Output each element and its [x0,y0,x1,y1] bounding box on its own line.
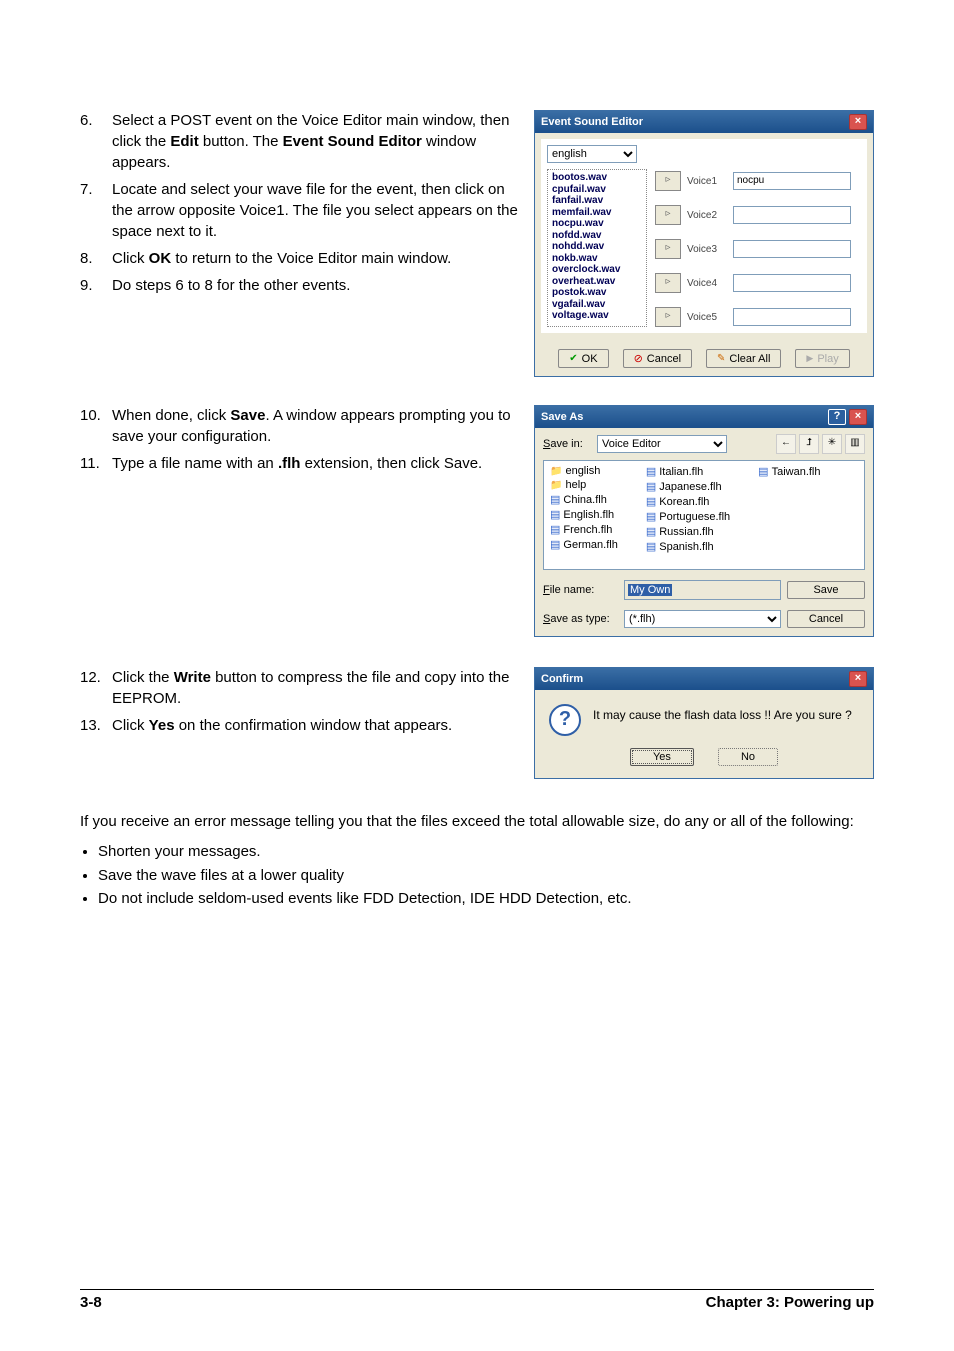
list-item[interactable]: help [550,479,618,491]
confirm-dialog: Confirm × ? It may cause the flash data … [534,667,874,779]
event-sound-editor-window: Event Sound Editor × english bootos.wav … [534,110,874,377]
steps-list-a: 6.Select a POST event on the Voice Edito… [80,110,518,296]
steps-list-b: 10.When done, click Save. A window appea… [80,405,518,474]
list-item: Do not include seldom-used events like F… [98,888,874,910]
wav-file-list[interactable]: bootos.wav cpufail.wav fanfail.wav memfa… [547,169,647,327]
play-button[interactable]: Play [795,349,849,368]
close-icon[interactable]: × [849,114,867,130]
clear-all-button[interactable]: Clear All [706,349,781,368]
page-footer: 3-8 Chapter 3: Powering up [80,1289,874,1311]
confirm-message: It may cause the flash data loss !! Are … [593,704,852,736]
steps-list-c: 12.Click the Write button to compress th… [80,667,518,736]
file-list-area[interactable]: english help China.flh English.flh Frenc… [543,460,865,570]
list-item[interactable]: Portuguese.flh [646,510,730,523]
question-icon: ? [549,704,581,736]
list-item[interactable]: english [550,465,618,477]
chapter-title: Chapter 3: Powering up [706,1294,874,1311]
voice5-label: Voice5 [687,312,727,323]
cancel-button[interactable]: Cancel [787,610,865,628]
voice4-value [733,274,851,292]
list-item[interactable]: Taiwan.flh [758,465,820,478]
list-item[interactable]: Italian.flh [646,465,730,478]
voice4-label: Voice4 [687,278,727,289]
language-select[interactable]: english [547,145,637,163]
new-folder-icon[interactable]: ✳ [822,434,842,454]
saveas-titlebar: Save As ? × [535,406,873,428]
ese-title: Event Sound Editor [541,116,643,128]
list-item[interactable]: German.flh [550,538,618,551]
voice2-value [733,206,851,224]
up-icon[interactable]: ⮥ [799,434,819,454]
list-item[interactable]: English.flh [550,508,618,521]
assign-voice4-button[interactable]: ▹ [655,273,681,293]
saveas-title: Save As [541,411,583,423]
error-paragraph: If you receive an error message telling … [80,811,874,833]
list-item[interactable]: China.flh [550,493,618,506]
save-in-label: Save in: [543,438,593,450]
voice1-label: Voice1 [687,176,727,187]
filename-input[interactable]: My Own [624,580,781,600]
list-item: Save the wave files at a lower quality [98,865,874,887]
ese-titlebar: Event Sound Editor × [535,111,873,133]
save-in-select[interactable]: Voice Editor [597,435,727,453]
list-item[interactable]: French.flh [550,523,618,536]
yes-button[interactable]: Yes [630,748,694,766]
list-item: Shorten your messages. [98,841,874,863]
ok-button[interactable]: OK [558,349,608,368]
confirm-title: Confirm [541,673,583,685]
assign-voice3-button[interactable]: ▹ [655,239,681,259]
assign-voice2-button[interactable]: ▹ [655,205,681,225]
list-item[interactable]: Japanese.flh [646,480,730,493]
no-button[interactable]: No [718,748,778,766]
help-icon[interactable]: ? [828,409,846,425]
saveastype-select[interactable]: (*.flh) [624,610,781,628]
cancel-button[interactable]: Cancel [623,349,692,368]
error-bullets: Shorten your messages. Save the wave fil… [98,841,874,910]
list-item[interactable]: Russian.flh [646,525,730,538]
filename-label: File name: [543,584,618,596]
saveastype-label: Save as type: [543,613,618,625]
voice3-label: Voice3 [687,244,727,255]
page-number: 3-8 [80,1294,102,1311]
voice2-label: Voice2 [687,210,727,221]
save-button[interactable]: Save [787,581,865,599]
confirm-titlebar: Confirm × [535,668,873,690]
list-item[interactable]: Spanish.flh [646,540,730,553]
close-icon[interactable]: × [849,671,867,687]
voice3-value [733,240,851,258]
assign-voice1-button[interactable]: ▹ [655,171,681,191]
voice1-value: nocpu [733,172,851,190]
back-icon[interactable]: ← [776,434,796,454]
voice5-value [733,308,851,326]
views-icon[interactable]: ▥ [845,434,865,454]
save-as-dialog: Save As ? × Save in: Voice Editor ← [534,405,874,637]
close-icon[interactable]: × [849,409,867,425]
assign-voice5-button[interactable]: ▹ [655,307,681,327]
list-item[interactable]: Korean.flh [646,495,730,508]
